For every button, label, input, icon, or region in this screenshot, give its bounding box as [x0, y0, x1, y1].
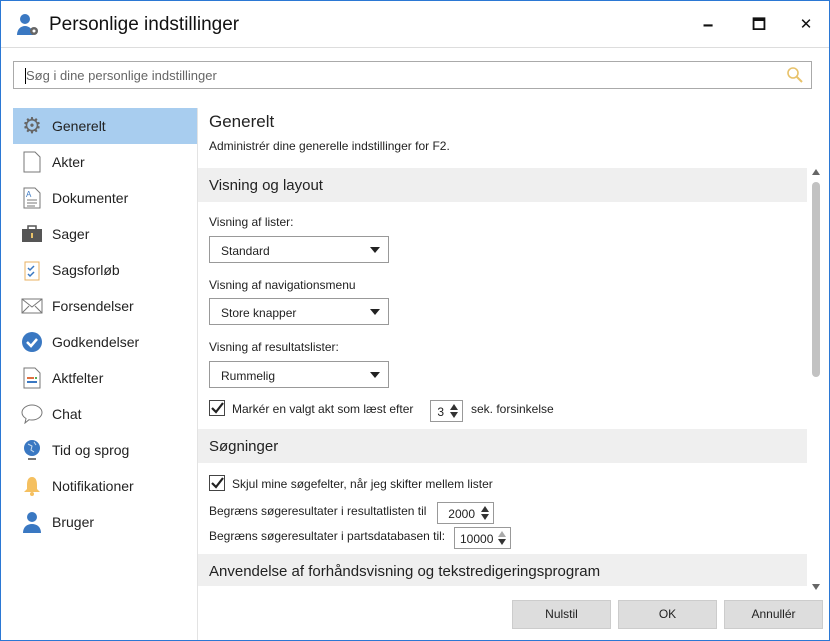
stepper-value: 10000 [460, 532, 494, 546]
stepper-value: 2000 [448, 507, 475, 521]
clipboard-check-icon [21, 259, 43, 281]
sidebar-item-forsendelser[interactable]: Forsendelser [13, 288, 197, 324]
scrollbar-thumb[interactable] [812, 182, 820, 377]
settings-window: Personlige indstillinger 🗕 🗖 ✕ Søg i din… [0, 0, 830, 641]
section-header-forhaandsvisning: Anvendelse af forhåndsvisning og tekstre… [198, 554, 807, 586]
mark-read-label: Markér en valgt akt som læst efter [232, 402, 414, 416]
sidebar-item-dokumenter[interactable]: A Dokumenter [13, 180, 197, 216]
search-input[interactable]: Søg i dine personlige indstillinger [13, 61, 812, 89]
nav-view-label: Visning af navigationsmenu [209, 278, 356, 292]
sidebar-item-akter[interactable]: Akter [13, 144, 197, 180]
sidebar-item-label: Tid og sprog [52, 442, 130, 458]
sidebar-item-label: Chat [52, 406, 82, 422]
sidebar: ⚙ Generelt Akter A Dokumenter Sager Sagsfo… [13, 108, 197, 540]
ok-button[interactable]: OK [618, 600, 717, 629]
page-title: Generelt [209, 112, 275, 131]
scroll-up-icon[interactable] [812, 169, 820, 175]
bell-icon [21, 475, 43, 497]
section-header-visning: Visning og layout [198, 168, 807, 202]
scroll-down-icon[interactable] [812, 584, 820, 590]
result-view-label: Visning af resultatslister: [209, 340, 339, 354]
window-title: Personlige indstillinger [49, 14, 240, 35]
sidebar-item-sagsforloeb[interactable]: Sagsforløb [13, 252, 197, 288]
document-icon [21, 151, 43, 173]
gear-icon: ⚙ [22, 113, 42, 138]
user-icon [21, 511, 43, 533]
limit-results-label: Begræns søgeresultater i resultatlisten … [209, 504, 427, 518]
sidebar-item-chat[interactable]: Chat [13, 396, 197, 432]
search-icon[interactable] [785, 65, 805, 85]
sidebar-item-label: Akter [52, 154, 85, 170]
limit-party-stepper[interactable]: 10000 [454, 527, 511, 549]
user-settings-icon [17, 14, 38, 35]
form-icon [21, 367, 43, 389]
sidebar-item-label: Generelt [52, 118, 106, 134]
stepper-value: 3 [437, 405, 444, 419]
envelope-icon [21, 295, 43, 317]
close-button[interactable]: ✕ [791, 11, 821, 39]
minimize-button[interactable]: 🗕 [693, 11, 723, 39]
stepper-arrows-icon[interactable] [497, 530, 507, 546]
hide-search-fields-label: Skjul mine søgefelter, når jeg skifter m… [232, 477, 493, 491]
sidebar-item-aktfelter[interactable]: Aktfelter [13, 360, 197, 396]
svg-text:A: A [26, 190, 32, 199]
mark-read-checkbox[interactable] [209, 400, 225, 416]
reset-button[interactable]: Nulstil [512, 600, 611, 629]
page-subtitle: Administrér dine generelle indstillinger… [209, 139, 450, 153]
stepper-arrows-icon[interactable] [449, 403, 459, 419]
cancel-button[interactable]: Annullér [724, 600, 823, 629]
sidebar-item-generelt[interactable]: ⚙ Generelt [13, 108, 197, 144]
sidebar-item-label: Notifikationer [52, 478, 134, 494]
sidebar-item-label: Dokumenter [52, 190, 129, 206]
text-document-icon: A [21, 187, 43, 209]
sidebar-item-label: Godkendelser [52, 334, 140, 350]
maximize-button[interactable]: 🗖 [744, 11, 774, 39]
sidebar-item-label: Bruger [52, 514, 95, 530]
result-view-dropdown[interactable]: Rummelig [209, 361, 389, 388]
speech-bubble-icon [21, 403, 43, 425]
nav-view-dropdown[interactable]: Store knapper [209, 298, 389, 325]
section-header-soegninger: Søgninger [198, 429, 807, 463]
sidebar-item-label: Sagsforløb [52, 262, 120, 278]
sidebar-item-label: Forsendelser [52, 298, 134, 314]
mark-read-suffix: sek. forsinkelse [471, 402, 554, 416]
sidebar-item-label: Sager [52, 226, 90, 242]
list-view-label: Visning af lister: [209, 215, 294, 229]
sidebar-item-sager[interactable]: Sager [13, 216, 197, 252]
vertical-scrollbar[interactable] [809, 166, 823, 593]
search-placeholder: Søg i dine personlige indstillinger [26, 68, 217, 83]
check-circle-icon [21, 331, 43, 353]
sidebar-item-tid-og-sprog[interactable]: Tid og sprog [13, 432, 197, 468]
mark-read-delay-stepper[interactable]: 3 [430, 400, 463, 422]
globe-icon [21, 439, 43, 461]
stepper-arrows-icon[interactable] [480, 505, 490, 521]
limit-results-stepper[interactable]: 2000 [437, 502, 494, 524]
sidebar-item-label: Aktfelter [52, 370, 104, 386]
text-caret [25, 68, 26, 84]
hide-search-fields-checkbox[interactable] [209, 475, 225, 491]
limit-party-label: Begræns søgeresultater i partsdatabasen … [209, 529, 446, 543]
sidebar-item-godkendelser[interactable]: Godkendelser [13, 324, 197, 360]
sidebar-item-bruger[interactable]: Bruger [13, 504, 197, 540]
title-separator [1, 47, 829, 48]
briefcase-icon [21, 223, 43, 245]
sidebar-item-notifikationer[interactable]: Notifikationer [13, 468, 197, 504]
list-view-dropdown[interactable]: Standard [209, 236, 389, 263]
